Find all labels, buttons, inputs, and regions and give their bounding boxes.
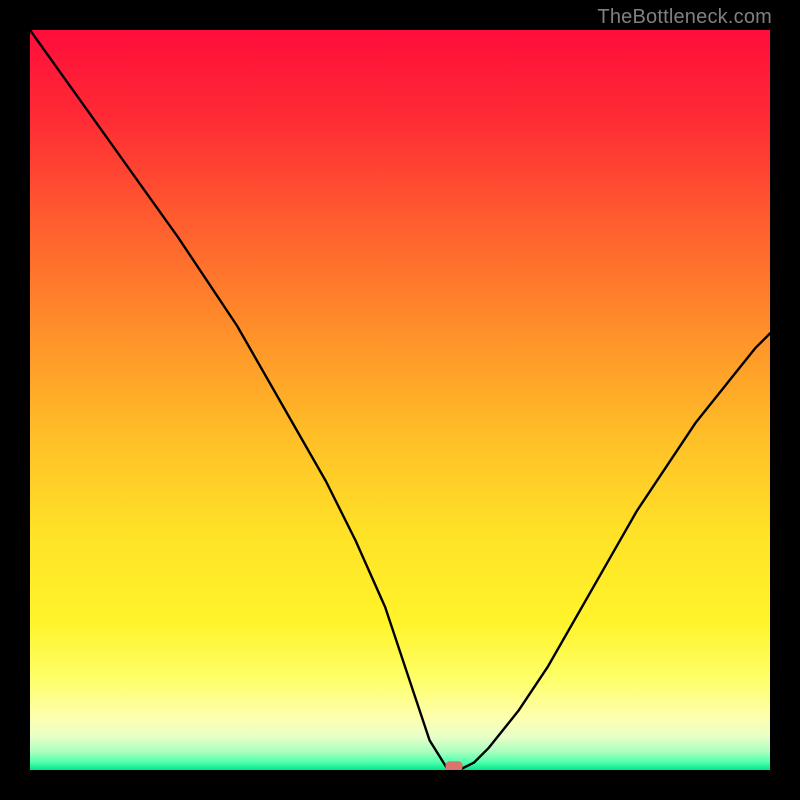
- bottleneck-chart: [30, 30, 770, 770]
- chart-svg: [30, 30, 770, 770]
- watermark-label: TheBottleneck.com: [597, 6, 772, 29]
- optimal-marker: [446, 761, 463, 770]
- gradient-background: [30, 30, 770, 770]
